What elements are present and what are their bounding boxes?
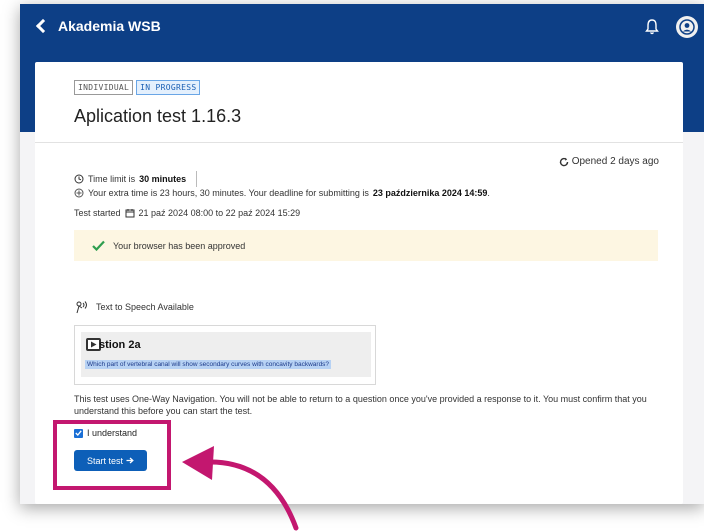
annotation-arrow-icon: [182, 446, 299, 531]
